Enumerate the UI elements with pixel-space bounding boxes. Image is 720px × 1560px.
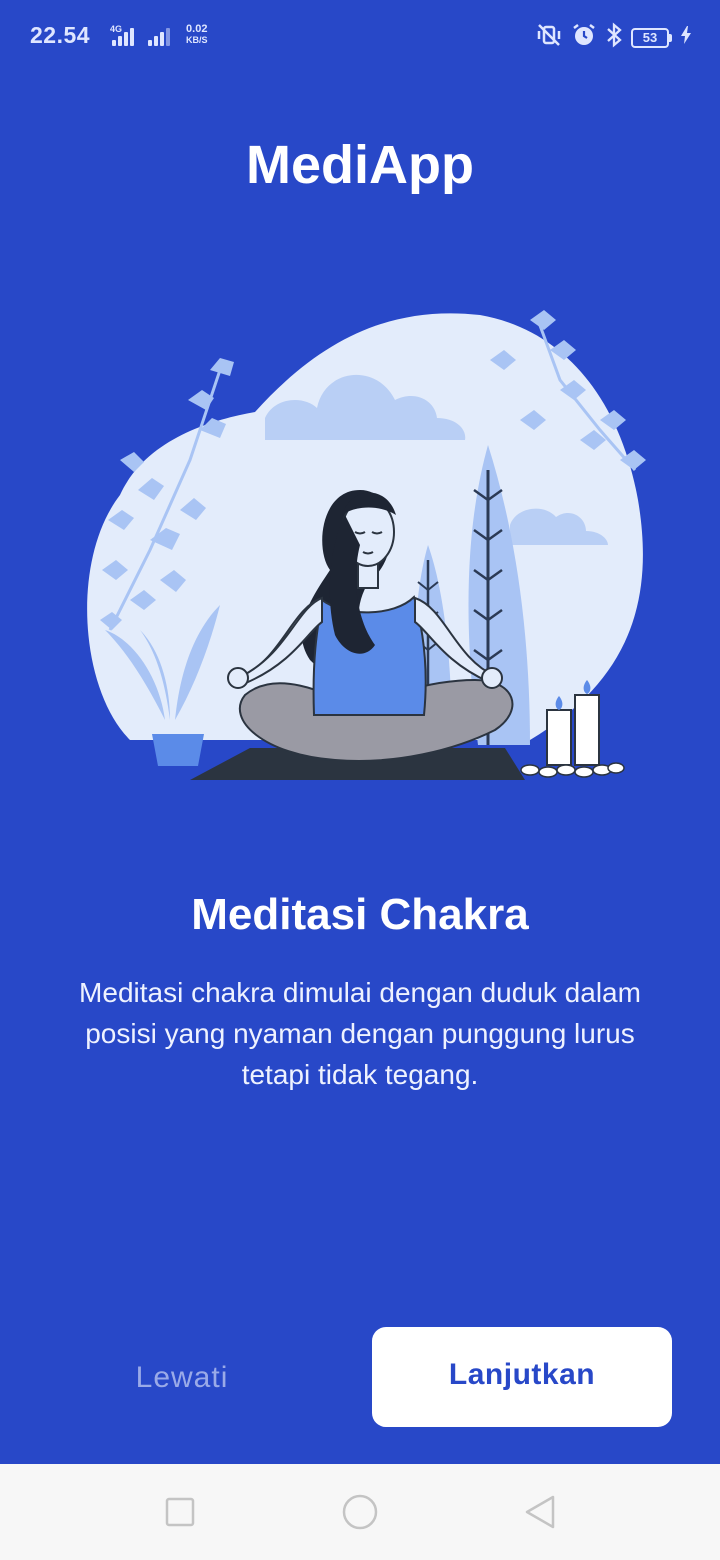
- signal-icon: [112, 26, 134, 46]
- recents-icon[interactable]: [156, 1488, 204, 1536]
- meditating-woman-illustration: [60, 300, 660, 800]
- bluetooth-icon: [605, 22, 623, 53]
- battery-icon: 53: [631, 27, 672, 48]
- home-icon[interactable]: [336, 1488, 384, 1536]
- network-speed: 0.02 KB/S: [186, 24, 208, 46]
- onboarding-headline: Meditasi Chakra: [191, 890, 529, 939]
- network-speed-unit: KB/S: [186, 35, 208, 45]
- status-time: 22.54: [30, 22, 91, 48]
- next-button[interactable]: Lanjutkan: [372, 1327, 672, 1427]
- onboarding-screen: 22.54 4G 0.02 KB/S 53 MediApp Meditasi C…: [0, 0, 720, 1464]
- onboarding-description: Meditasi chakra dimulai dengan duduk dal…: [79, 977, 641, 1090]
- skip-button[interactable]: Lewati: [62, 1330, 302, 1426]
- status-icons: 53: [535, 22, 692, 53]
- charging-icon: [680, 25, 692, 50]
- mute-vibrate-icon: [535, 23, 563, 52]
- battery-level: 53: [631, 27, 669, 48]
- back-icon[interactable]: [516, 1488, 564, 1536]
- network-speed-value: 0.02: [186, 23, 208, 35]
- system-nav-bar: [0, 1464, 720, 1560]
- app-title: MediApp: [246, 135, 474, 195]
- signal-icon: [148, 26, 170, 46]
- status-bar: 22.54 4G 0.02 KB/S 53: [0, 0, 720, 72]
- alarm-icon: [571, 22, 597, 53]
